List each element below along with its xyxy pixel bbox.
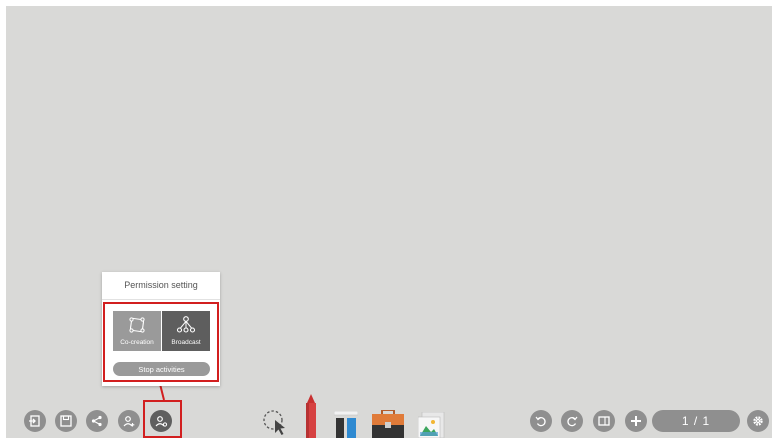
undo-icon — [535, 416, 546, 427]
share-icon — [91, 415, 102, 427]
add-page-button[interactable] — [625, 410, 647, 432]
image-icon[interactable] — [418, 412, 448, 438]
save-button[interactable] — [55, 410, 77, 432]
share-button[interactable] — [86, 410, 108, 432]
add-page-icon — [631, 416, 641, 426]
popup-divider — [102, 299, 220, 300]
redo-icon — [567, 416, 578, 427]
redo-button[interactable] — [561, 410, 583, 432]
page-indicator[interactable]: 1 / 1 — [652, 410, 740, 432]
add-user-button[interactable] — [118, 410, 140, 432]
shape-icon[interactable] — [334, 411, 358, 438]
select-icon[interactable] — [262, 408, 288, 436]
undo-button[interactable] — [530, 410, 552, 432]
exit-button[interactable] — [24, 410, 46, 432]
permission-button-highlight — [143, 400, 182, 438]
pen-icon[interactable] — [303, 394, 319, 438]
page-view-icon — [598, 416, 610, 426]
page-view-button[interactable] — [593, 410, 615, 432]
popup-options-highlight — [103, 302, 219, 382]
settings-icon — [753, 416, 763, 426]
popup-title: Permission setting — [124, 280, 198, 290]
highlight-connector — [159, 384, 165, 401]
add-user-icon — [123, 416, 135, 427]
exit-icon — [29, 415, 40, 427]
save-icon — [60, 415, 72, 427]
toolbox-icon[interactable] — [372, 410, 404, 438]
settings-button[interactable] — [747, 410, 769, 432]
